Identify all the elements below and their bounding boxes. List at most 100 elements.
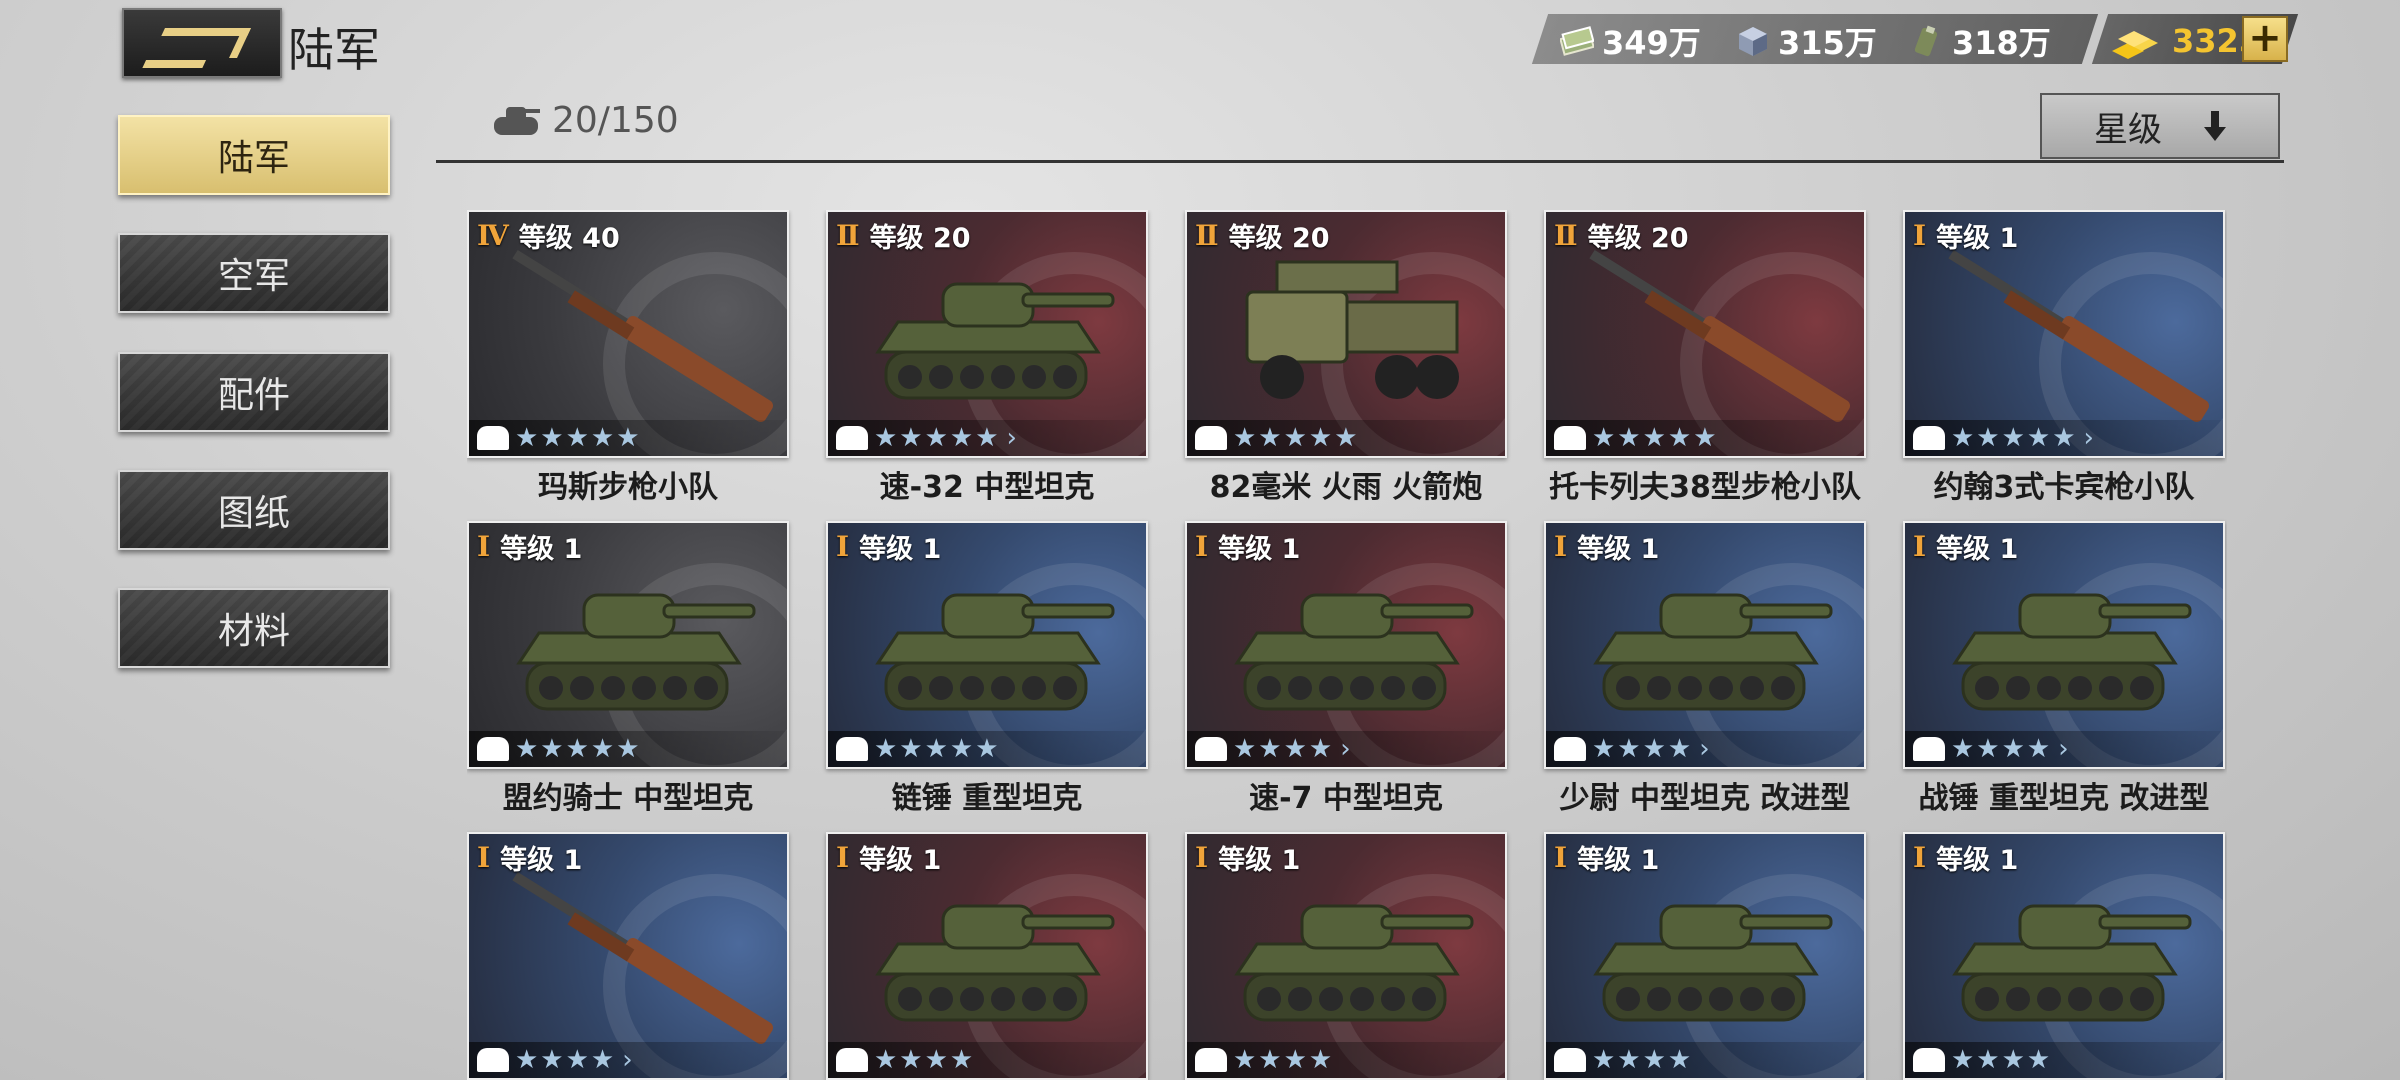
tier-badge: Ⅰ: [836, 530, 850, 563]
unit-count-value: 20/150: [552, 100, 679, 141]
unit-card[interactable]: Ⅱ 等级 20 ★★★★★: [1544, 210, 1866, 458]
unit-rating: ★★★★ ›: [1187, 731, 1505, 767]
more-chevron-icon: ›: [1006, 423, 1019, 453]
unit-card[interactable]: Ⅰ 等级 1 ★★★★: [826, 832, 1148, 1080]
tank-icon: [490, 103, 542, 139]
unit-name: 战锤 重型坦克 改进型: [1918, 781, 2210, 816]
star-rating: ★★★★: [1592, 1045, 1694, 1075]
unit-card[interactable]: Ⅰ 等级 1 ★★★★ ›: [1903, 521, 2225, 769]
unit-type-icon: [477, 737, 509, 761]
back-arrow-icon: [151, 28, 251, 58]
tier-badge: Ⅳ: [477, 219, 509, 252]
unit-count: 20/150: [490, 100, 679, 141]
unit-card[interactable]: Ⅰ 等级 1 ★★★★ ›: [1185, 521, 1507, 769]
level-text: 等级 20: [1587, 223, 1689, 254]
add-gold-button[interactable]: +: [2242, 16, 2288, 62]
unit-type-icon: [836, 1048, 868, 1072]
unit-rating: ★★★★★ ›: [828, 420, 1146, 456]
level-text: 等级 1: [859, 534, 942, 565]
sidebar-item-air-force[interactable]: 空军: [118, 233, 390, 313]
unit-rating: ★★★★★: [1546, 420, 1864, 456]
unit-level: Ⅰ 等级 1: [1913, 527, 2018, 566]
star-rating: ★★★★★: [874, 734, 1001, 764]
unit-type-icon: [836, 737, 868, 761]
resource-cash: 349万: [1559, 16, 1701, 66]
sort-label: 星级: [2094, 109, 2162, 150]
tier-badge: Ⅰ: [1913, 530, 1927, 563]
gold-balance: 3325: [2108, 16, 2261, 66]
level-text: 等级 1: [1218, 534, 1301, 565]
unit-level: Ⅰ 等级 1: [1554, 838, 1659, 877]
level-text: 等级 1: [1218, 845, 1301, 876]
unit-type-icon: [1554, 737, 1586, 761]
tier-badge: Ⅱ: [1554, 219, 1578, 252]
unit-rating: ★★★★: [1546, 1042, 1864, 1078]
unit-name: 托卡列夫38型步枪小队: [1549, 470, 1861, 505]
sort-button[interactable]: 星级: [2040, 93, 2280, 159]
unit-name: 82毫米 火雨 火箭炮: [1209, 470, 1483, 505]
unit-level: Ⅱ 等级 20: [1195, 216, 1330, 255]
unit-card[interactable]: Ⅰ 等级 1 ★★★★★: [826, 521, 1148, 769]
unit-name: 盟约骑士 中型坦克: [502, 781, 754, 816]
level-text: 等级 1: [859, 845, 942, 876]
unit-card[interactable]: Ⅰ 等级 1 ★★★★★: [467, 521, 789, 769]
steel-amount: 315万: [1778, 24, 1877, 62]
star-rating: ★★★★★: [1592, 423, 1719, 453]
unit-card[interactable]: Ⅳ 等级 40 ★★★★★: [467, 210, 789, 458]
back-button[interactable]: [122, 8, 282, 78]
sidebar-item-army[interactable]: 陆军: [118, 115, 390, 195]
unit-type-icon: [1913, 426, 1945, 450]
cash-amount: 349万: [1602, 24, 1701, 62]
level-text: 等级 20: [869, 223, 971, 254]
more-chevron-icon: ›: [2083, 423, 2096, 453]
level-text: 等级 1: [1936, 223, 2019, 254]
tier-badge: Ⅰ: [477, 530, 491, 563]
level-text: 等级 1: [1577, 845, 1660, 876]
cash-icon: [1559, 25, 1595, 57]
unit-name: 速-7 中型坦克: [1249, 781, 1443, 816]
unit-type-icon: [1195, 1048, 1227, 1072]
unit-card[interactable]: Ⅱ 等级 20 ★★★★★: [1185, 210, 1507, 458]
star-rating: ★★★★★: [515, 734, 642, 764]
sidebar-item-blueprints[interactable]: 图纸: [118, 470, 390, 550]
fuel-amount: 318万: [1952, 24, 2051, 62]
unit-rating: ★★★★: [1905, 1042, 2223, 1078]
unit-grid: Ⅳ 等级 40 ★★★★★ 玛斯步枪小队 Ⅱ 等级 20 ★★★★★ › 速-32 中型坦克 Ⅱ 等…: [467, 210, 2227, 1080]
tier-badge: Ⅱ: [836, 219, 860, 252]
unit-level: Ⅰ 等级 1: [1195, 527, 1300, 566]
level-text: 等级 1: [1577, 534, 1660, 565]
steel-icon: [1736, 25, 1770, 57]
star-rating: ★★★★★: [515, 423, 642, 453]
unit-type-icon: [1195, 426, 1227, 450]
unit-card[interactable]: Ⅰ 等级 1 ★★★★: [1185, 832, 1507, 1080]
unit-rating: ★★★★★: [1187, 420, 1505, 456]
divider: [436, 160, 2284, 163]
unit-card[interactable]: Ⅰ 等级 1 ★★★★ ›: [1544, 521, 1866, 769]
unit-rating: ★★★★ ›: [1905, 731, 2223, 767]
unit-name: 速-32 中型坦克: [879, 470, 1095, 505]
unit-type-icon: [1554, 1048, 1586, 1072]
level-text: 等级 1: [1936, 534, 2019, 565]
sidebar-item-accessories[interactable]: 配件: [118, 352, 390, 432]
unit-level: Ⅰ 等级 1: [477, 838, 582, 877]
unit-card[interactable]: Ⅰ 等级 1 ★★★★★ ›: [1903, 210, 2225, 458]
unit-card[interactable]: Ⅰ 等级 1 ★★★★: [1903, 832, 2225, 1080]
unit-card[interactable]: Ⅰ 等级 1 ★★★★: [1544, 832, 1866, 1080]
more-chevron-icon: ›: [1340, 734, 1353, 764]
unit-card[interactable]: Ⅰ 等级 1 ★★★★ ›: [467, 832, 789, 1080]
star-rating: ★★★★: [1951, 734, 2053, 764]
more-chevron-icon: ›: [1699, 734, 1712, 764]
unit-type-icon: [1195, 737, 1227, 761]
unit-level: Ⅰ 等级 1: [1195, 838, 1300, 877]
unit-rating: ★★★★ ›: [469, 1042, 787, 1078]
star-rating: ★★★★: [874, 1045, 976, 1075]
unit-card[interactable]: Ⅱ 等级 20 ★★★★★ ›: [826, 210, 1148, 458]
unit-level: Ⅰ 等级 1: [1913, 838, 2018, 877]
unit-name: 少尉 中型坦克 改进型: [1559, 781, 1851, 816]
arrow-down-icon: [2204, 111, 2226, 141]
unit-rating: ★★★★★: [469, 420, 787, 456]
sidebar-item-materials[interactable]: 材料: [118, 588, 390, 668]
more-chevron-icon: ›: [622, 1045, 635, 1075]
tier-badge: Ⅰ: [1554, 841, 1568, 874]
unit-level: Ⅱ 等级 20: [836, 216, 971, 255]
